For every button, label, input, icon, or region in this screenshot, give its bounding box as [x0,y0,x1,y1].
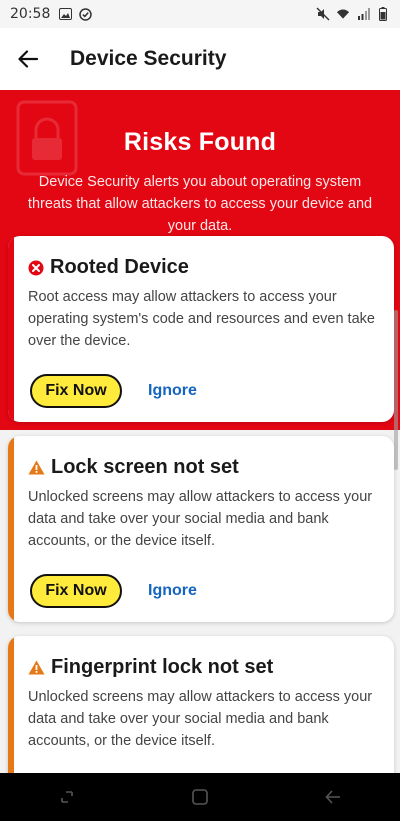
warning-triangle-icon [28,460,45,475]
risk-description: Unlocked screens may allow attackers to … [28,689,373,749]
severity-accent [8,236,14,422]
risk-description: Root access may allow attackers to acces… [28,289,375,349]
risk-title: Rooted Device [50,256,189,278]
risk-title: Lock screen not set [51,456,239,478]
ignore-button[interactable]: Ignore [148,582,197,600]
lock-illustration-icon [16,100,78,176]
recents-icon [60,791,73,803]
status-time: 20:58 [10,6,51,22]
mute-icon [316,7,330,21]
severity-accent [8,636,14,786]
check-circle-icon [78,7,92,21]
back-nav-button[interactable] [313,777,353,817]
scrollbar[interactable] [394,310,398,470]
risk-title: Fingerprint lock not set [51,656,274,678]
home-icon [192,789,208,805]
severity-accent [8,436,14,622]
fix-now-button[interactable]: Fix Now [30,374,122,408]
fix-now-button[interactable]: Fix Now [30,574,122,608]
recents-button[interactable] [47,777,87,817]
wifi-icon [336,7,350,21]
back-button[interactable] [16,47,40,71]
warning-triangle-icon [28,660,45,675]
page-title: Device Security [70,47,227,70]
battery-icon [376,7,390,21]
ignore-button[interactable]: Ignore [148,382,197,400]
hero-description: Device Security alerts you about operati… [27,174,373,234]
home-button[interactable] [180,777,220,817]
image-icon [58,7,72,21]
status-bar: 20:58 [0,0,400,28]
risk-card-rooted-device: Rooted Device Root access may allow atta… [8,236,394,422]
signal-icon [356,7,370,21]
risk-card-lock-screen: Lock screen not set Unlocked screens may… [8,436,394,622]
navigation-bar [0,773,400,821]
back-icon [325,790,341,804]
risk-description: Unlocked screens may allow attackers to … [28,489,373,549]
arrow-left-icon [18,50,38,68]
error-x-icon [28,260,44,275]
app-bar: Device Security [0,28,400,90]
risk-card-fingerprint: Fingerprint lock not set Unlocked screen… [8,636,394,786]
